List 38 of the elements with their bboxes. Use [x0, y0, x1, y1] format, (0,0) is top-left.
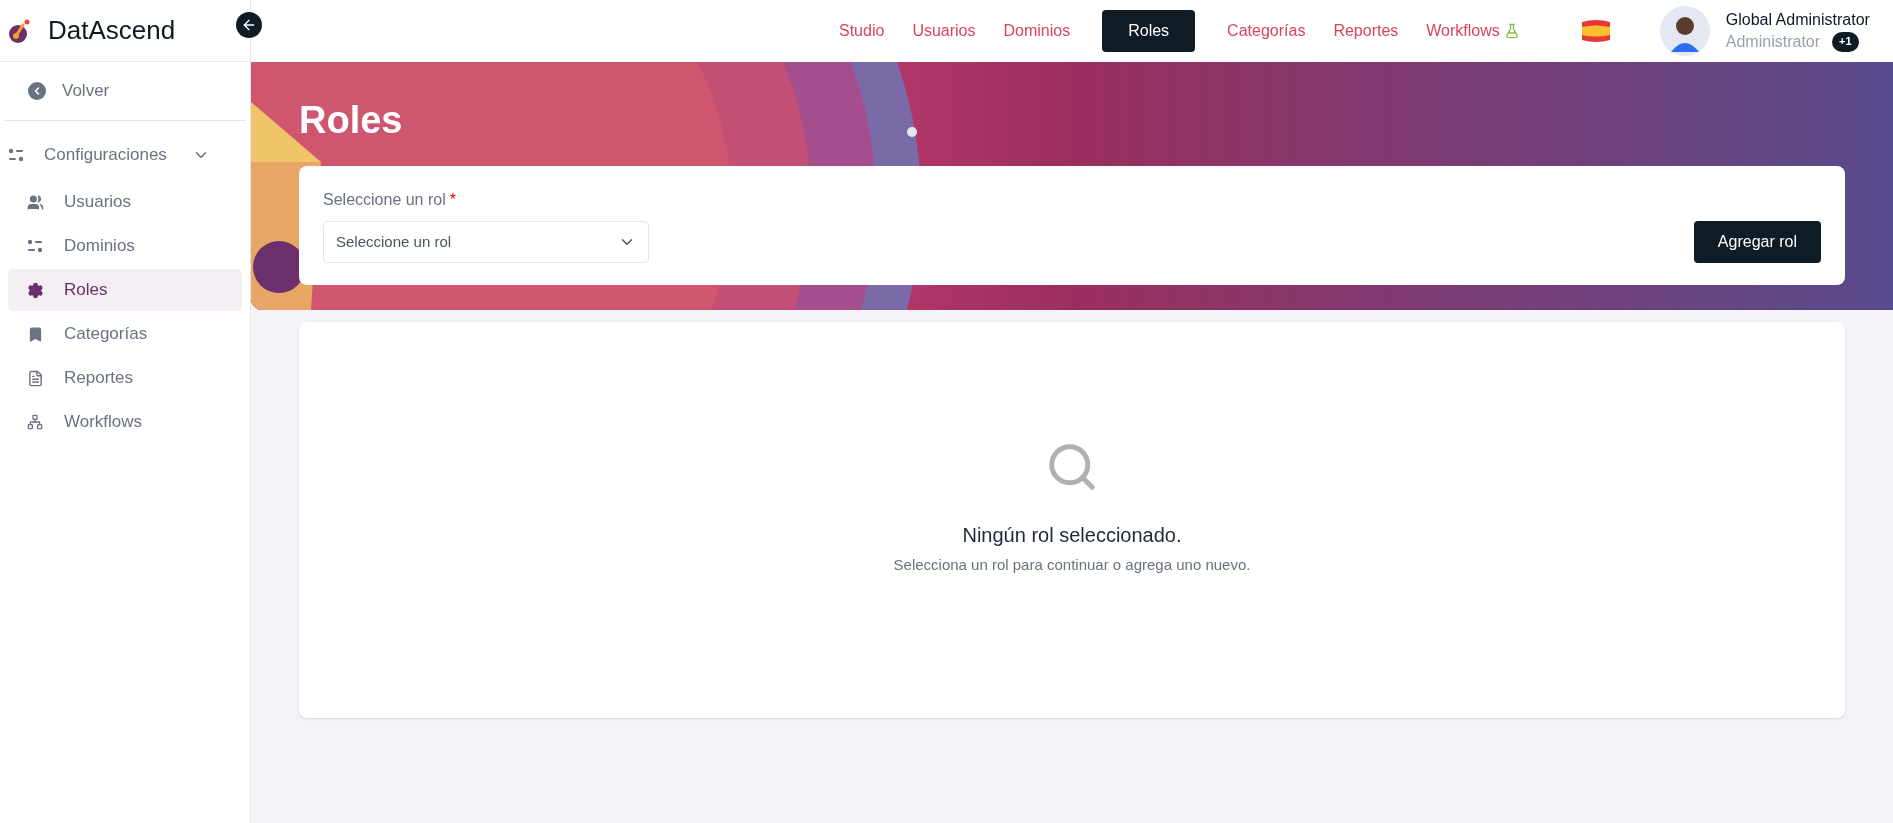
back-link[interactable]: Volver — [12, 62, 238, 120]
sidebar-item[interactable]: Roles — [8, 269, 242, 311]
nav-link[interactable]: Workflows — [1418, 10, 1528, 52]
page-title: Roles — [299, 98, 404, 143]
document-icon — [26, 369, 44, 387]
brand-name: DatAscend — [48, 14, 176, 47]
nav-link[interactable]: Reportes — [1325, 10, 1407, 52]
hierarchy-icon — [27, 414, 43, 430]
nav-link[interactable]: Categorías — [1219, 10, 1314, 52]
role-select[interactable]: Seleccione un rol — [323, 221, 649, 263]
sidebar-item[interactable]: Usuarios — [8, 181, 242, 223]
user-role: Administrator — [1725, 32, 1821, 52]
nav-link[interactable]: Studio — [831, 10, 893, 52]
add-role-button[interactable]: Agregar rol — [1693, 221, 1821, 263]
collapse-sidebar-button[interactable] — [236, 12, 262, 38]
sidebar-item[interactable]: Categorías — [8, 313, 242, 355]
settings-icon — [26, 281, 44, 299]
nav-link[interactable]: Dominios — [995, 10, 1079, 52]
sidebar-item[interactable]: Workflows — [8, 401, 242, 443]
flag-icon[interactable] — [1579, 18, 1612, 44]
users-icon — [26, 193, 44, 211]
sidebar-group[interactable]: Configuraciones — [0, 129, 250, 181]
avatar[interactable] — [1659, 6, 1710, 56]
nav-link[interactable]: Roles — [1102, 10, 1196, 52]
nav-link[interactable]: Usuarios — [904, 10, 984, 52]
sidebar-item[interactable]: Reportes — [8, 357, 242, 399]
sidebar-item[interactable]: Dominios — [8, 225, 242, 267]
logo-icon — [8, 17, 32, 44]
toggles-icon — [8, 148, 24, 162]
extra-roles-badge: +1 — [1832, 32, 1859, 52]
empty-title: Ningún rol seleccionado. — [962, 523, 1182, 548]
flask-icon — [1503, 23, 1520, 39]
field-label: Seleccione un rol — [323, 190, 446, 210]
empty-message: Selecciona un rol para continuar o agrega uno nuevo. — [893, 555, 1251, 575]
user-name: Global Administrator — [1725, 10, 1870, 30]
back-icon — [28, 82, 46, 100]
toggles-icon — [27, 239, 43, 253]
required-mark: * — [449, 190, 456, 210]
